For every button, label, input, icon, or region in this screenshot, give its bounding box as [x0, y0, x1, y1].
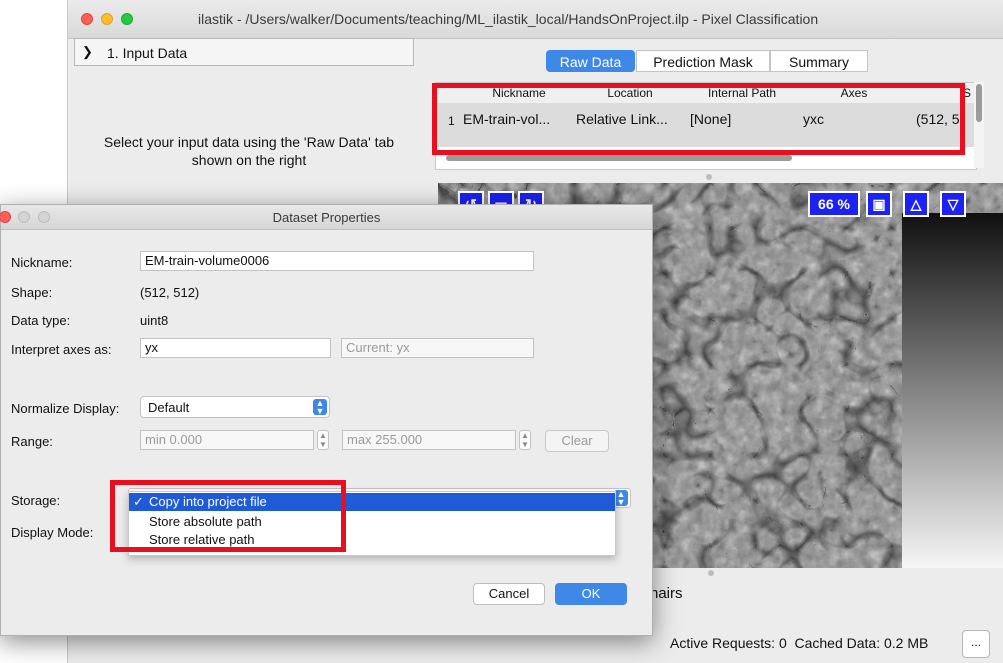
- horizontal-scrollbar[interactable]: [446, 155, 792, 161]
- normalize-display-label: Normalize Display:: [11, 401, 120, 416]
- zoom-window-button[interactable]: [121, 13, 133, 25]
- minimize-window-button[interactable]: [101, 13, 113, 25]
- cancel-button[interactable]: Cancel: [473, 583, 545, 605]
- chevron-updown-icon: ▲ ▼: [614, 490, 628, 507]
- tab-summary[interactable]: Summary: [770, 50, 868, 72]
- storage-label: Storage:: [11, 493, 61, 508]
- tab-prediction-mask[interactable]: Prediction Mask: [636, 50, 770, 72]
- tab-raw-data[interactable]: Raw Data: [546, 50, 635, 72]
- range-max-field[interactable]: max 255.000: [342, 430, 516, 450]
- vertical-scrollbar[interactable]: [974, 82, 984, 168]
- applet-header-input-data[interactable]: ❯ 1. Input Data: [74, 38, 414, 66]
- clear-range-button[interactable]: Clear: [545, 430, 609, 452]
- triangle-down-icon[interactable]: ▽: [940, 191, 966, 217]
- current-axes-field: Current: yx: [341, 338, 534, 358]
- crosshairs-label[interactable]: hairs: [650, 585, 683, 602]
- annotation-highlight-storage: [110, 480, 346, 552]
- more-options-button[interactable]: ...: [962, 630, 990, 658]
- splitter-handle[interactable]: [706, 174, 712, 180]
- applet-header-label: 1. Input Data: [107, 45, 188, 61]
- zoom-level-button[interactable]: 66 %: [808, 191, 860, 217]
- window-title: ilastik - /Users/walker/Documents/teachi…: [198, 11, 819, 27]
- data-type-label: Data type:: [11, 313, 71, 328]
- close-window-button[interactable]: [81, 13, 93, 25]
- range-min-stepper[interactable]: ▲ ▼: [317, 430, 329, 450]
- annotation-highlight-table: [432, 83, 965, 155]
- interpret-axes-field[interactable]: yx: [140, 338, 331, 358]
- shape-value: (512, 512): [140, 285, 200, 300]
- triangle-up-icon[interactable]: △: [903, 191, 929, 217]
- dialog-title: Dataset Properties: [272, 210, 381, 225]
- input-hint-text: Select your input data using the 'Raw Da…: [103, 134, 395, 168]
- range-label: Range:: [11, 434, 53, 449]
- chevron-updown-icon: ▲ ▼: [313, 399, 327, 416]
- camera-icon[interactable]: ▣: [866, 191, 892, 217]
- shape-label: Shape:: [11, 285, 53, 300]
- chevron-down-icon: ❯: [82, 44, 93, 59]
- nickname-label: Nickname:: [11, 255, 73, 270]
- vertical-scroll-thumb[interactable]: [976, 84, 982, 122]
- window-titlebar: ilastik - /Users/walker/Documents/teachi…: [68, 0, 1003, 39]
- data-type-value: uint8: [140, 313, 169, 328]
- range-min-field[interactable]: min 0.000: [140, 430, 314, 450]
- normalize-display-select[interactable]: Default ▲ ▼: [140, 396, 330, 418]
- splitter-handle[interactable]: [708, 570, 714, 576]
- dialog-titlebar: Dataset Properties: [0, 205, 652, 230]
- ok-button[interactable]: OK: [555, 583, 627, 605]
- nickname-field[interactable]: EM-train-volume0006: [140, 251, 534, 271]
- contrast-gradient-bar: [902, 213, 1003, 568]
- dataset-properties-dialog: Dataset Properties Nickname: EM-train-vo…: [0, 204, 653, 636]
- interpret-axes-label: Interpret axes as:: [11, 342, 112, 357]
- normalize-display-value: Default: [148, 400, 190, 415]
- status-text: Active Requests: 0 Cached Data: 0.2 MB: [670, 635, 929, 651]
- display-mode-label: Display Mode:: [11, 525, 94, 540]
- range-max-stepper[interactable]: ▲ ▼: [519, 430, 531, 450]
